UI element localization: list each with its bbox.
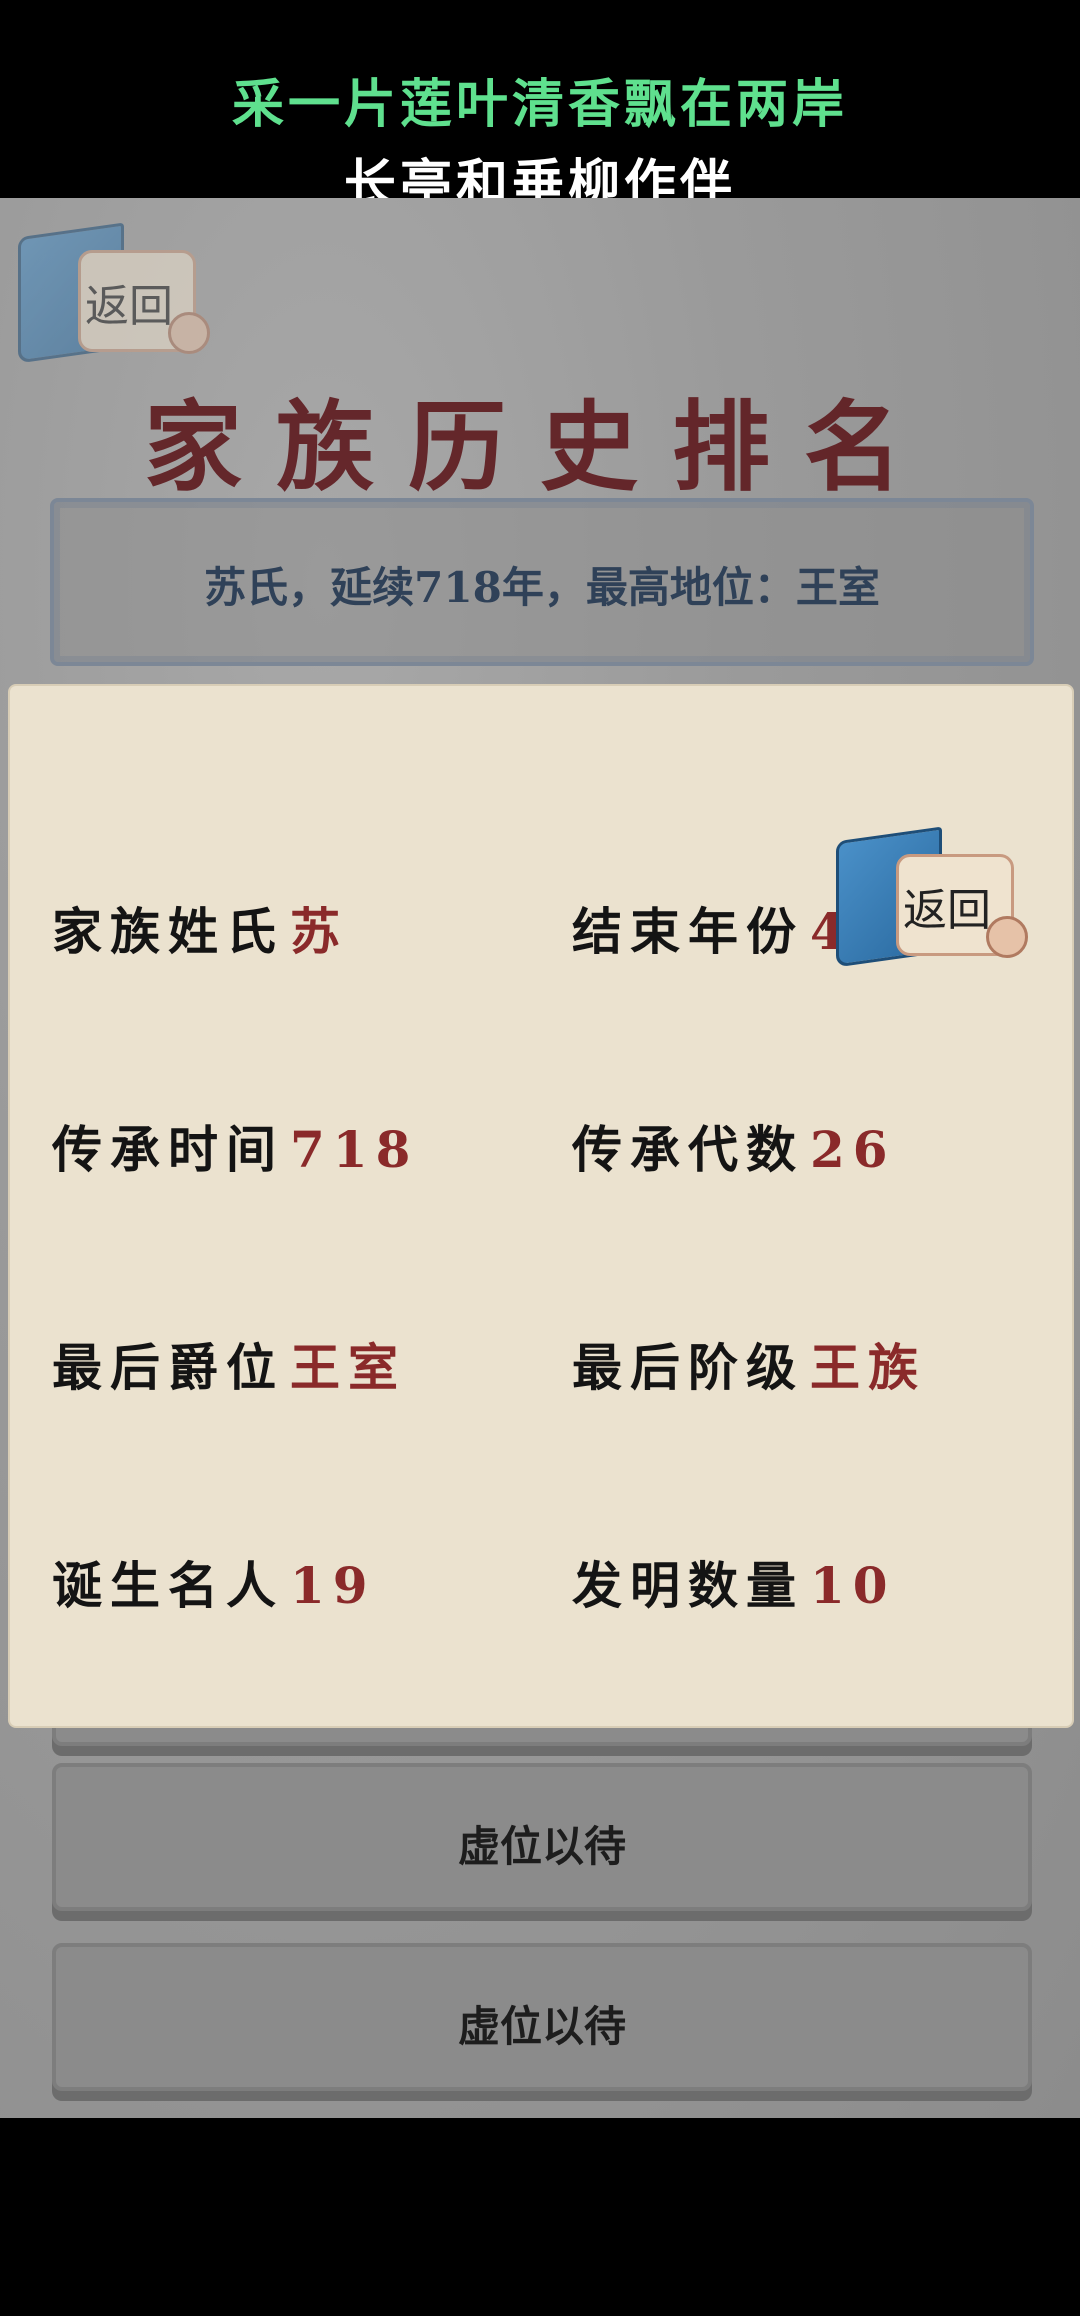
back-button-label: 返回 (85, 281, 173, 332)
stat-famous-people: 诞生名人 19 (52, 1546, 376, 1618)
lyric-line-1: 采一片莲叶清香飘在两岸 (231, 74, 848, 135)
stat-key: 结束年份 (572, 902, 804, 961)
stat-value: 10 (810, 1556, 896, 1615)
stat-value: 26 (810, 1120, 896, 1179)
stat-generations: 传承代数 26 (572, 1110, 896, 1182)
stat-value: 苏 (290, 902, 348, 961)
stat-key: 传承代数 (572, 1120, 804, 1179)
stat-inventions: 发明数量 10 (572, 1546, 896, 1618)
stat-inheritance-time: 传承时间 718 (52, 1110, 418, 1182)
stat-key: 最后阶级 (572, 1338, 804, 1397)
stat-key: 发明数量 (572, 1556, 804, 1615)
stat-key: 传承时间 (52, 1120, 284, 1179)
stat-family-surname: 家族姓氏苏 (52, 892, 348, 964)
stat-value: 王室 (290, 1338, 406, 1397)
stat-value: 19 (290, 1556, 376, 1615)
stat-last-class: 最后阶级 王族 (572, 1328, 926, 1400)
family-summary-entry[interactable]: 苏氏，延续718年，最高地位：王室 (50, 498, 1034, 666)
stat-last-title: 最后爵位 王室 (52, 1328, 406, 1400)
page-title: 家族历史排名 (143, 390, 936, 505)
family-summary-text: 苏氏，延续718年，最高地位：王室 (204, 563, 880, 612)
stat-value: 王族 (810, 1338, 926, 1397)
ranking-slot[interactable]: 虚位以待 (52, 1763, 1032, 1911)
ranking-slot-label: 虚位以待 (457, 1822, 626, 1871)
stat-key: 家族姓氏 (52, 902, 284, 961)
ranking-slot[interactable]: 虚位以待 (52, 1943, 1032, 2091)
bottom-bar (0, 2118, 1080, 2316)
stat-key: 诞生名人 (52, 1556, 284, 1615)
back-button[interactable]: 返回 (18, 222, 210, 364)
card-back-button-label: 返回 (903, 885, 991, 936)
stat-value: 718 (290, 1120, 419, 1179)
ranking-slot-label: 虚位以待 (457, 2002, 626, 2051)
card-back-button[interactable]: 返回 (836, 826, 1028, 968)
stat-key: 最后爵位 (52, 1338, 284, 1397)
lyrics-overlay: 采一片莲叶清香飘在两岸 长亭和垂柳作伴 (0, 0, 1080, 215)
game-screen: 返回 家族历史排名 苏氏，延续718年，最高地位：王室 虚位以待 虚位以待 家族… (0, 198, 1080, 2118)
